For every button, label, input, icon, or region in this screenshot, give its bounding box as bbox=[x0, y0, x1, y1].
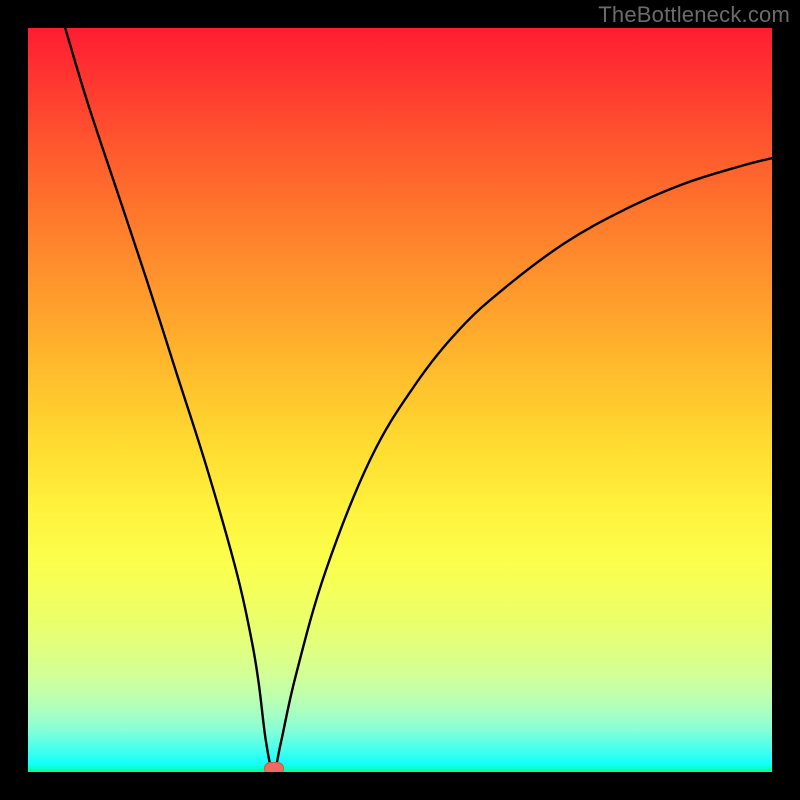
optimal-point-marker bbox=[264, 762, 284, 772]
bottleneck-curve bbox=[65, 28, 772, 772]
plot-area bbox=[28, 28, 772, 772]
chart-frame: TheBottleneck.com bbox=[0, 0, 800, 800]
curve-layer bbox=[28, 28, 772, 772]
watermark-text: TheBottleneck.com bbox=[598, 2, 790, 28]
